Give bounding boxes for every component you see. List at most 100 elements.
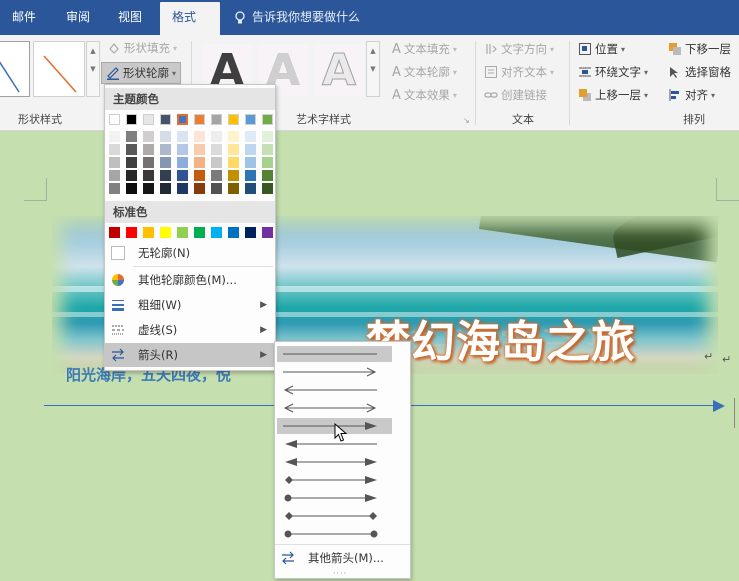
arrow-style-none[interactable]	[277, 346, 392, 362]
menu-resize-grip[interactable]: ····	[333, 569, 347, 578]
theme-shade-swatch[interactable]	[126, 157, 137, 168]
theme-color-swatch[interactable]	[211, 114, 222, 125]
theme-shade-swatch[interactable]	[109, 131, 120, 142]
theme-shade-swatch[interactable]	[228, 144, 239, 155]
theme-shade-swatch[interactable]	[262, 183, 273, 194]
arrow-style-dot-both[interactable]	[277, 526, 392, 542]
more-arrows-item[interactable]: 其他箭头(M)...	[275, 546, 410, 570]
theme-shade-swatch[interactable]	[160, 157, 171, 168]
shape-style-preview-2[interactable]	[33, 41, 85, 97]
theme-shade-swatch[interactable]	[262, 144, 273, 155]
align-button[interactable]: 对齐 ▾	[668, 87, 715, 103]
theme-shade-swatch[interactable]	[228, 131, 239, 142]
standard-color-swatch[interactable]	[211, 227, 222, 238]
send-backward-button[interactable]: 下移一层	[668, 41, 731, 57]
theme-color-swatch[interactable]	[177, 114, 188, 125]
wordart-gallery-scroll[interactable]: ▲ ▼	[366, 41, 380, 97]
tab-review[interactable]: 审阅	[54, 0, 102, 35]
theme-shade-swatch[interactable]	[262, 157, 273, 168]
theme-shade-swatch[interactable]	[160, 131, 171, 142]
theme-color-swatch[interactable]	[228, 114, 239, 125]
theme-color-swatch[interactable]	[109, 114, 120, 125]
theme-shade-swatch[interactable]	[160, 183, 171, 194]
create-link-button[interactable]: 创建链接	[484, 87, 547, 103]
arrow-style-open-both[interactable]	[277, 400, 392, 416]
theme-shade-swatch[interactable]	[126, 144, 137, 155]
theme-shade-swatch[interactable]	[245, 144, 256, 155]
theme-shade-swatch[interactable]	[177, 157, 188, 168]
theme-shade-swatch[interactable]	[245, 183, 256, 194]
arrow-style-diamond-both[interactable]	[277, 508, 392, 524]
arrow-style-dot-arrow[interactable]	[277, 490, 392, 506]
theme-shade-swatch[interactable]	[126, 170, 137, 181]
theme-shade-swatch[interactable]	[177, 170, 188, 181]
theme-shade-swatch[interactable]	[262, 170, 273, 181]
theme-shade-swatch[interactable]	[262, 131, 273, 142]
standard-color-swatch[interactable]	[245, 227, 256, 238]
theme-color-swatch[interactable]	[143, 114, 154, 125]
standard-color-swatch[interactable]	[126, 227, 137, 238]
position-button[interactable]: 位置 ▾	[578, 41, 625, 57]
theme-shade-swatch[interactable]	[160, 144, 171, 155]
arrow-style-diamond-arrow[interactable]	[277, 472, 392, 488]
arrow-style-open-end[interactable]	[277, 364, 392, 380]
text-fill-button[interactable]: A 文本填充 ▾	[392, 41, 457, 57]
standard-color-swatch[interactable]	[160, 227, 171, 238]
theme-shade-swatch[interactable]	[143, 144, 154, 155]
theme-shade-swatch[interactable]	[160, 170, 171, 181]
theme-color-swatch[interactable]	[194, 114, 205, 125]
theme-shade-swatch[interactable]	[177, 183, 188, 194]
theme-shade-swatch[interactable]	[245, 157, 256, 168]
arrow-style-solid-both[interactable]	[277, 454, 392, 470]
standard-color-swatch[interactable]	[262, 227, 273, 238]
theme-shade-swatch[interactable]	[143, 131, 154, 142]
standard-color-swatch[interactable]	[177, 227, 188, 238]
shape-style-gallery-scroll[interactable]: ▲ ▼	[86, 41, 100, 97]
theme-shade-swatch[interactable]	[228, 157, 239, 168]
theme-shade-swatch[interactable]	[177, 131, 188, 142]
theme-shade-swatch[interactable]	[211, 157, 222, 168]
theme-shade-swatch[interactable]	[194, 157, 205, 168]
theme-shade-swatch[interactable]	[143, 183, 154, 194]
text-effects-button[interactable]: A 文本效果 ▾	[392, 87, 457, 103]
wrap-text-button[interactable]: 环绕文字 ▾	[578, 64, 648, 80]
no-outline-item[interactable]: 无轮廓(N)	[105, 241, 275, 265]
theme-shade-swatch[interactable]	[194, 170, 205, 181]
selection-pane-button[interactable]: 选择窗格	[668, 64, 731, 80]
weight-item[interactable]: 粗细(W) ▶	[105, 293, 275, 317]
theme-shade-swatch[interactable]	[211, 170, 222, 181]
theme-shade-swatch[interactable]	[109, 144, 120, 155]
theme-color-swatch[interactable]	[126, 114, 137, 125]
shape-outline-button[interactable]: 形状轮廓 ▾	[101, 62, 182, 84]
theme-shade-swatch[interactable]	[245, 131, 256, 142]
theme-shade-swatch[interactable]	[126, 183, 137, 194]
text-direction-button[interactable]: 文字方向 ▾	[484, 41, 554, 57]
standard-color-swatch[interactable]	[228, 227, 239, 238]
theme-color-swatch[interactable]	[245, 114, 256, 125]
theme-shade-swatch[interactable]	[109, 183, 120, 194]
more-outline-colors-item[interactable]: 其他轮廓颜色(M)...	[105, 268, 275, 292]
tab-view[interactable]: 视图	[106, 0, 154, 35]
dialog-launcher-icon[interactable]: ↘	[463, 116, 470, 125]
shape-style-preview-1[interactable]	[0, 41, 30, 97]
theme-color-swatch[interactable]	[160, 114, 171, 125]
align-text-button[interactable]: 对齐文本 ▾	[484, 64, 554, 80]
wordart-style-3[interactable]: A	[314, 44, 364, 96]
theme-shade-swatch[interactable]	[143, 157, 154, 168]
theme-shade-swatch[interactable]	[194, 131, 205, 142]
theme-shade-swatch[interactable]	[228, 170, 239, 181]
tell-me-box[interactable]: 告诉我你想要做什么	[233, 0, 360, 35]
theme-shade-swatch[interactable]	[211, 131, 222, 142]
standard-color-swatch[interactable]	[194, 227, 205, 238]
theme-shade-swatch[interactable]	[143, 170, 154, 181]
standard-color-swatch[interactable]	[109, 227, 120, 238]
theme-shade-swatch[interactable]	[211, 144, 222, 155]
theme-shade-swatch[interactable]	[109, 170, 120, 181]
bring-forward-button[interactable]: 上移一层 ▾	[578, 87, 648, 103]
theme-shade-swatch[interactable]	[194, 144, 205, 155]
theme-shade-swatch[interactable]	[109, 157, 120, 168]
theme-color-swatch[interactable]	[262, 114, 273, 125]
theme-shade-swatch[interactable]	[228, 183, 239, 194]
theme-shade-swatch[interactable]	[194, 183, 205, 194]
arrow-style-open-start[interactable]	[277, 382, 392, 398]
